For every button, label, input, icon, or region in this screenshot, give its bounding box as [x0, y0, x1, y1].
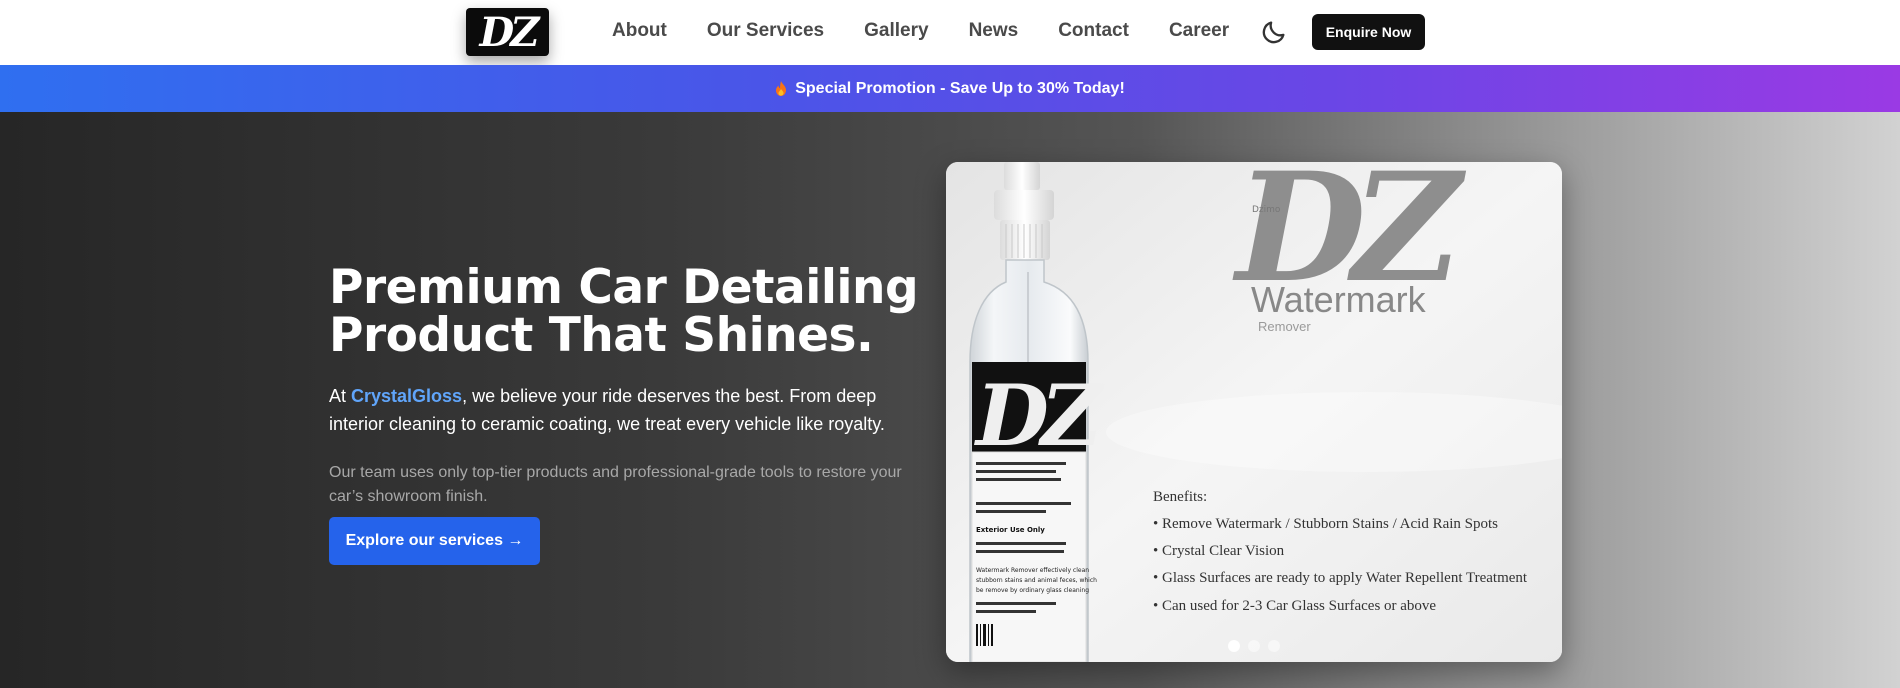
- main-nav: About Our Services Gallery News Contact …: [612, 20, 1269, 42]
- benefit-item: • Crystal Clear Vision: [1153, 543, 1285, 559]
- bottle-text-3: stubborn stains and animal feces, which: [976, 577, 1097, 584]
- nav-link-contact[interactable]: Contact: [1058, 20, 1129, 42]
- explore-services-button[interactable]: Explore our services →: [329, 517, 540, 565]
- bottle-logo-text: DZ: [974, 366, 1105, 465]
- hero-section: Premium Car Detailing Product That Shine…: [0, 112, 1900, 688]
- hero-title: Premium Car Detailing Product That Shine…: [329, 264, 929, 360]
- nav-link-career[interactable]: Career: [1169, 20, 1229, 42]
- hero-title-line-2: Product That Shines.: [329, 308, 874, 363]
- product-brand-small: Dzimo: [1252, 205, 1281, 215]
- site-logo[interactable]: DZ: [466, 8, 549, 56]
- product-name: Watermark: [1251, 279, 1427, 320]
- carousel-dots: [1228, 640, 1280, 652]
- benefit-item: • Remove Watermark / Stubborn Stains / A…: [1153, 516, 1498, 532]
- product-image: DZ Dzimo Watermark Remover DZ Exterior U…: [946, 162, 1562, 662]
- hero-para-prefix: At: [329, 386, 352, 406]
- moon-icon[interactable]: [1260, 18, 1288, 46]
- nav-link-news[interactable]: News: [969, 20, 1019, 42]
- promo-text: Special Promotion - Save Up to 30% Today…: [795, 79, 1125, 97]
- benefit-item: • Can used for 2-3 Car Glass Surfaces or…: [1153, 598, 1437, 614]
- logo-text: DZ: [479, 8, 540, 56]
- hero-subtext: Our team uses only top-tier products and…: [329, 464, 902, 505]
- brand-name: CrystalGloss: [351, 386, 463, 406]
- nav-link-our-services[interactable]: Our Services: [707, 20, 824, 42]
- bottle-text-4: be remove by ordinary glass cleaning: [976, 587, 1089, 594]
- carousel-dot-2[interactable]: [1248, 640, 1260, 652]
- carousel-dot-1[interactable]: [1228, 640, 1240, 652]
- promo-banner: Special Promotion - Save Up to 30% Today…: [0, 65, 1900, 112]
- benefits-title: Benefits:: [1153, 489, 1208, 505]
- carousel-dot-3[interactable]: [1268, 640, 1280, 652]
- enquire-now-button[interactable]: Enquire Now: [1312, 14, 1425, 50]
- bottle-text-2: Watermark Remover effectively clean: [976, 567, 1089, 574]
- product-type: Remover: [1258, 319, 1311, 334]
- hero-title-line-1: Premium Car Detailing: [329, 260, 919, 315]
- hero-description: At CrystalGloss, we believe your ride de…: [329, 382, 929, 438]
- product-carousel-card[interactable]: DZ Dzimo Watermark Remover DZ Exterior U…: [946, 162, 1562, 662]
- fire-icon: [776, 81, 787, 96]
- benefit-item: • Glass Surfaces are ready to apply Wate…: [1153, 570, 1528, 586]
- bottle-text-1: Exterior Use Only: [976, 526, 1045, 534]
- nav-link-about[interactable]: About: [612, 20, 667, 42]
- navbar: DZ About Our Services Gallery News Conta…: [0, 0, 1900, 65]
- nav-link-gallery[interactable]: Gallery: [864, 20, 928, 42]
